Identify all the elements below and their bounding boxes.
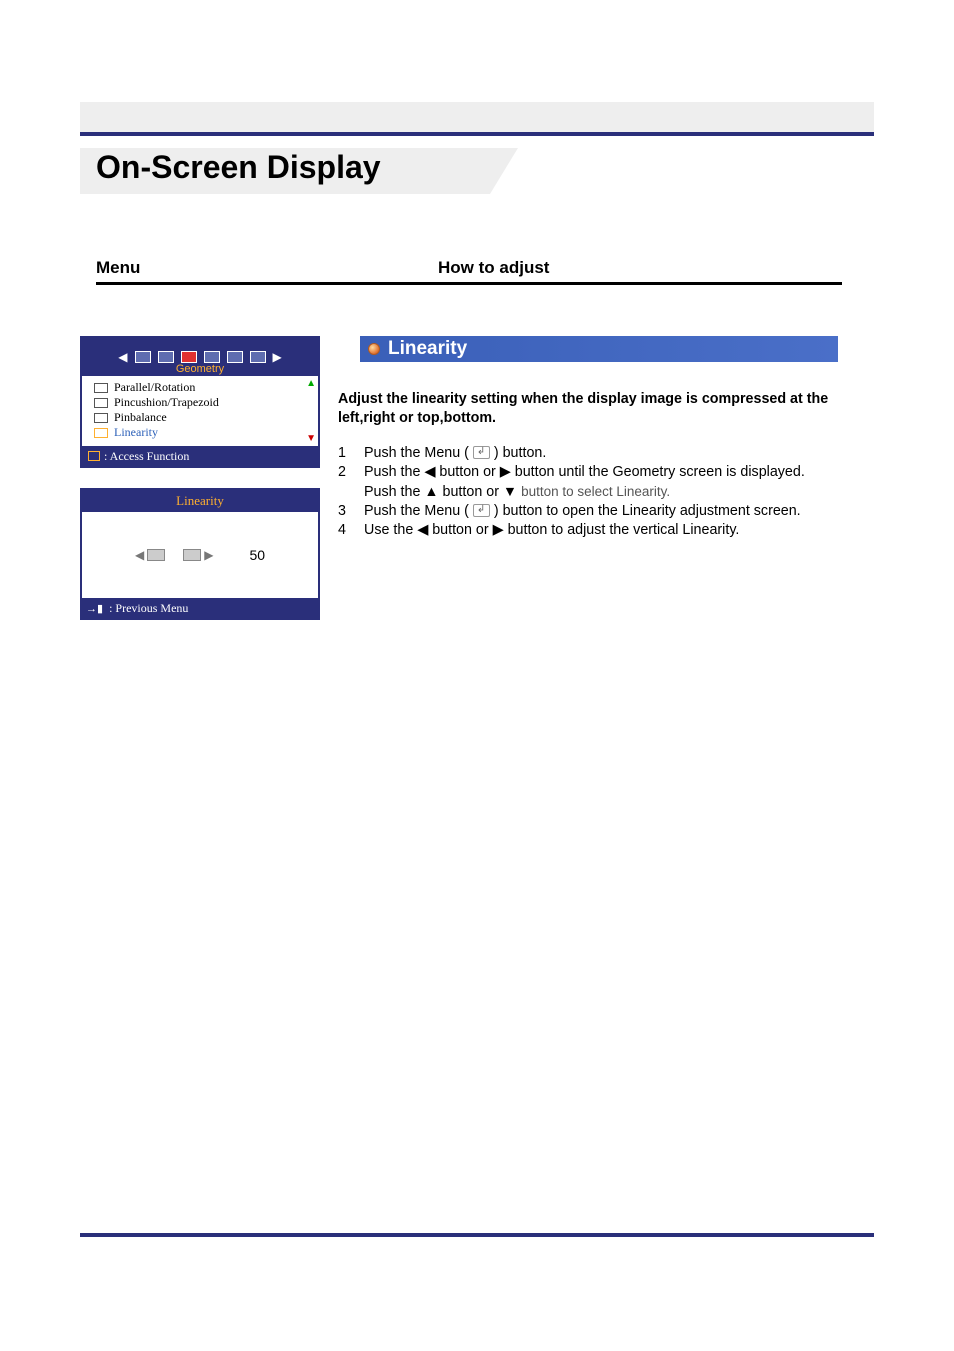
back-arrow-icon: →▮ [86,602,103,615]
step-row: 3 Push the Menu ( ) button to open the L… [338,502,858,521]
osd-tab-icon [250,351,266,363]
step-number: 2 [338,463,346,502]
column-header-menu: Menu [96,258,140,278]
instruction-steps: 1 Push the Menu ( ) button. 2 Push the ◀… [338,444,858,540]
slider-box-icon [147,549,165,561]
step-text-part: Push the Menu ( [364,503,469,519]
slider-left: ◀ [135,548,165,562]
section-description: Adjust the linearity setting when the di… [338,390,858,429]
osd-menu-item: Parallel/Rotation [94,380,310,395]
step-text-part: ) button. [494,445,546,461]
right-arrow-icon: ▶ [204,548,213,562]
step-number: 1 [338,444,346,463]
left-arrow-icon: ◀ [118,350,127,364]
osd-tab-icon-rgb [181,351,197,363]
footer-rule [80,1233,874,1237]
osd-adjust-footer-text: : Previous Menu [109,601,188,616]
section-title: Linearity [388,338,467,360]
osd-menu-screenshot: ◀ ▶ Geometry ▲ Parallel/Rotation Pincush… [80,336,320,468]
menu-item-icon [94,398,108,408]
step-text: Push the Menu ( ) button. [364,444,858,463]
step-number: 3 [338,502,346,521]
osd-tab-icon [204,351,220,363]
left-arrow-icon: ◀ [135,548,144,562]
menu-item-label: Linearity [114,425,158,440]
step-text-part: Push the Menu ( [364,445,469,461]
menu-item-icon [94,413,108,423]
step-number: 4 [338,521,346,540]
osd-adjust-title: Linearity [82,490,318,512]
bullet-icon [368,343,380,355]
step-text-part: Push the ▲ button or ▼ [364,484,517,500]
menu-item-label: Pinbalance [114,410,167,425]
step-text: Push the Menu ( ) button to open the Lin… [364,502,858,521]
osd-menu-footer-text: : Access Function [104,449,189,464]
osd-tab-icon [227,351,243,363]
osd-menu-body: ▲ Parallel/Rotation Pincushion/Trapezoid… [82,376,318,446]
osd-menu-item: Pincushion/Trapezoid [94,395,310,410]
menu-button-icon [473,504,490,517]
step-text-part: button to select Linearity. [521,484,670,499]
osd-adjust-body: ◀ ▶ 50 [82,512,318,598]
osd-tab-icon [135,351,151,363]
step-row: 2 Push the ◀ button or ▶ button until th… [338,463,858,502]
step-row: 1 Push the Menu ( ) button. [338,444,858,463]
step-text-part: Push the ◀ button or ▶ button until the … [364,464,805,480]
right-arrow-icon: ▶ [273,350,282,364]
osd-category-label: Geometry [82,363,318,375]
page-title: On-Screen Display [96,149,381,186]
column-header-how-to-adjust: How to adjust [438,258,549,278]
enter-icon [88,451,100,461]
menu-item-label: Pincushion/Trapezoid [114,395,219,410]
menu-item-icon [94,383,108,393]
osd-menu-item: Pinbalance [94,410,310,425]
slider-right: ▶ [183,548,213,562]
slider-box-icon [183,549,201,561]
step-text: Push the ◀ button or ▶ button until the … [364,463,858,502]
step-row: 4 Use the ◀ button or ▶ button to adjust… [338,521,858,540]
step-text-part: ) button to open the Linearity adjustmen… [494,503,801,519]
osd-menu-item-selected: Linearity [94,425,310,440]
scroll-down-icon: ▼ [306,433,316,444]
header-gray-band [80,102,874,132]
title-band-tab [490,148,518,194]
osd-tabbar: ◀ ▶ Geometry [82,338,318,376]
menu-button-icon [473,446,490,459]
osd-adjust-value: 50 [249,547,265,563]
section-header: Linearity [360,336,838,362]
header-rule [80,132,874,136]
menu-item-icon [94,428,108,438]
scroll-up-icon: ▲ [306,378,316,389]
osd-adjust-footer: →▮ : Previous Menu [82,598,318,618]
osd-menu-footer: : Access Function [82,446,318,466]
osd-tab-icon [158,351,174,363]
menu-item-label: Parallel/Rotation [114,380,195,395]
osd-adjust-screenshot: Linearity ◀ ▶ 50 →▮ : Previous Menu [80,488,320,620]
step-text: Use the ◀ button or ▶ button to adjust t… [364,521,858,540]
column-header-rule [96,282,842,285]
